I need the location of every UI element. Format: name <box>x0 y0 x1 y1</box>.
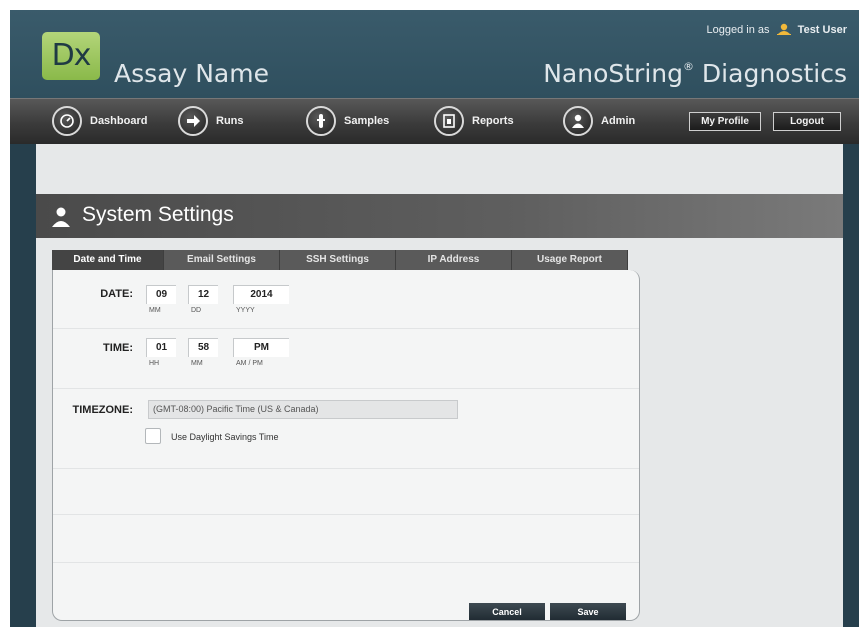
date-year-hint: YYYY <box>236 307 255 314</box>
timezone-label: TIMEZONE: <box>72 404 134 416</box>
my-profile-button[interactable]: My Profile <box>689 112 761 131</box>
admin-user-icon <box>50 206 72 233</box>
reports-icon <box>434 106 464 136</box>
nav-samples[interactable]: Samples <box>306 99 389 143</box>
admin-user-icon <box>563 106 593 136</box>
nav-dashboard-label: Dashboard <box>90 115 148 127</box>
main-content: System Settings Date and Time Email Sett… <box>36 144 843 627</box>
user-icon <box>776 23 791 38</box>
date-month-input[interactable]: 09 <box>146 285 176 304</box>
login-status: Logged in as Test User <box>707 23 847 38</box>
timezone-select[interactable]: (GMT-08:00) Pacific Time (US & Canada) <box>148 400 458 419</box>
divider <box>53 468 639 469</box>
app-header: Dx Assay Name NanoString® Diagnostics Lo… <box>10 10 859 98</box>
divider <box>53 328 639 329</box>
tab-email-settings[interactable]: Email Settings <box>164 250 280 270</box>
date-month-hint: MM <box>149 307 161 314</box>
nav-runs-label: Runs <box>216 115 244 127</box>
right-rail <box>843 144 859 627</box>
dst-label: Use Daylight Savings Time <box>171 432 279 442</box>
date-year-input[interactable]: 2014 <box>233 285 289 304</box>
dashboard-icon <box>52 106 82 136</box>
page-title-bar: System Settings <box>36 194 843 238</box>
nav-samples-label: Samples <box>344 115 390 127</box>
nav-reports-label: Reports <box>472 115 514 127</box>
time-label: TIME: <box>103 342 133 354</box>
tab-usage-report[interactable]: Usage Report <box>512 250 628 270</box>
time-minute-input[interactable]: 58 <box>188 338 218 357</box>
brand-name: NanoString® Diagnostics <box>543 59 847 88</box>
logout-button[interactable]: Logout <box>773 112 841 131</box>
date-day-input[interactable]: 12 <box>188 285 218 304</box>
tab-date-and-time[interactable]: Date and Time <box>52 250 164 270</box>
page-title: System Settings <box>82 203 234 226</box>
app-window: Dx Assay Name NanoString® Diagnostics Lo… <box>10 10 859 627</box>
divider <box>53 388 639 389</box>
nav-admin[interactable]: Admin <box>563 99 635 143</box>
date-time-panel: DATE: 09 12 2014 MM DD YYYY TIME: 01 58 … <box>52 270 640 621</box>
login-prefix: Logged in as <box>706 24 770 36</box>
brand-name-text: NanoString <box>543 59 683 88</box>
dst-checkbox[interactable] <box>145 428 161 444</box>
user-name[interactable]: Test User <box>798 24 847 36</box>
divider <box>53 514 639 515</box>
time-minute-hint: MM <box>191 360 203 367</box>
cancel-button[interactable]: Cancel <box>469 603 545 620</box>
time-ampm-hint: AM / PM <box>236 360 263 367</box>
time-hour-hint: HH <box>149 360 160 367</box>
left-rail <box>10 144 36 627</box>
dx-logo: Dx <box>42 32 100 80</box>
time-ampm-input[interactable]: PM <box>233 338 289 357</box>
nav-admin-label: Admin <box>601 115 636 127</box>
arrow-right-icon <box>178 106 208 136</box>
nav-dashboard[interactable]: Dashboard <box>52 99 147 143</box>
assay-name: Assay Name <box>114 59 269 88</box>
tab-ssh-settings[interactable]: SSH Settings <box>280 250 396 270</box>
divider <box>53 562 639 563</box>
brand-suffix: Diagnostics <box>693 59 847 88</box>
date-day-hint: DD <box>191 307 202 314</box>
tab-ip-address[interactable]: IP Address <box>396 250 512 270</box>
main-nav: Dashboard Runs Samples Reports Admin My … <box>10 98 859 144</box>
time-hour-input[interactable]: 01 <box>146 338 176 357</box>
date-label: DATE: <box>100 288 133 300</box>
save-button[interactable]: Save <box>550 603 626 620</box>
samples-icon <box>306 106 336 136</box>
nav-reports[interactable]: Reports <box>434 99 514 143</box>
registered-mark: ® <box>682 60 694 73</box>
nav-runs[interactable]: Runs <box>178 99 244 143</box>
